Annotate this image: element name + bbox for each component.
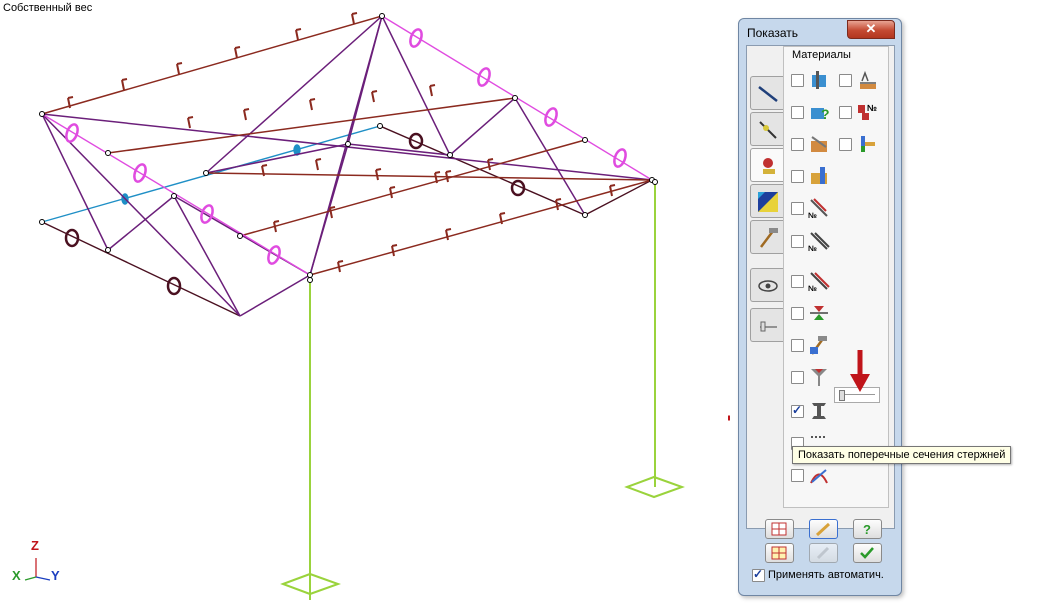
color-map-icon [758,192,778,212]
close-button[interactable]: ✕ [847,20,895,39]
eye-icon [758,280,778,292]
element-number-icon: № [808,198,828,219]
block-number-icon: № [808,272,830,292]
tab-scale[interactable] [750,308,784,342]
slider-thumb[interactable] [839,390,845,401]
ok-button[interactable] [853,543,882,563]
design-groups-icon [810,336,827,355]
svg-text:№: № [808,211,817,219]
show-structural-block-checkbox[interactable] [791,275,804,288]
materials-brick-icon [811,136,827,152]
show-element-type-checkbox[interactable] [791,74,804,87]
stiffness-query-icon: ? [811,106,830,122]
svg-text:№: № [867,103,877,113]
frame-dark [41,125,653,317]
show-design-params-checkbox[interactable] [791,170,804,183]
show-hinges-checkbox[interactable] [791,307,804,320]
axis-x-label: X [12,568,21,583]
question-icon: ? [863,522,871,536]
show-local-axes-checkbox[interactable] [791,371,804,384]
show-dialog: Показать ✕ Материалы ✓ ? № № № № ? ✓ При… [738,18,902,596]
axis-triad [24,558,51,581]
show-element-number-checkbox[interactable] [791,202,804,215]
materials-group-title: Материалы [790,49,853,61]
grid-red-icon [771,522,787,536]
loads-icon [763,158,775,174]
axis-y-label: Y [51,568,60,583]
cross-section-i-beam-icon [812,403,826,419]
design-params-icon [811,167,827,184]
grid-yellow-icon [771,546,787,560]
axis-z-label: Z [31,538,39,553]
nodes [39,13,658,283]
svg-text:№: № [808,284,817,292]
checkmark-icon [860,547,874,559]
show-cross-sections-checkbox[interactable] [791,403,804,418]
reset-button[interactable] [765,543,794,563]
materials-group: Материалы ? № № № [783,46,889,508]
frame-purple [41,15,653,317]
hinges-icon [810,306,828,320]
dialog-title: Показать [747,26,799,40]
tab-elements[interactable] [750,76,784,110]
annotation-arrow-down [850,350,870,392]
tab-design[interactable] [750,220,784,254]
show-materials-checkbox[interactable] [791,138,804,151]
material-props-icon [860,70,876,89]
apply-auto-checkbox[interactable] [752,567,765,582]
show-design-groups-checkbox[interactable] [791,339,804,352]
tab-nodes[interactable] [750,112,784,146]
model-viewport[interactable] [0,0,730,606]
svg-text:№: № [808,244,817,252]
stiffness-icon [812,71,826,89]
cross-section-tooltip: Показать поперечные сечения стержней [792,446,1012,464]
columns [280,180,685,600]
clear-button[interactable] [809,543,838,563]
group-number-icon: № [808,232,830,252]
tab-view[interactable] [750,268,784,302]
apply-auto-label: Применять автоматич. [768,569,884,581]
curved-elements-icon [810,469,828,484]
local-axes-icon [811,369,827,386]
show-curved-elements-checkbox[interactable] [791,469,804,482]
help-button[interactable]: ? [853,519,882,539]
section-number-icon: № [858,103,877,120]
tab-results[interactable] [750,184,784,218]
pencil-icon [815,522,831,536]
slider-tab-icon [760,321,777,332]
edit-button[interactable] [809,519,838,539]
eraser-icon [816,546,830,560]
diagonal-bar-icon [758,86,778,102]
section-orientation-icon [861,136,875,152]
show-numbered-sections-checkbox[interactable] [839,106,852,119]
show-stiffness-checkbox[interactable] [791,106,804,119]
show-group-number-checkbox[interactable] [791,235,804,248]
annotation-arrows [728,415,730,421]
tab-loads[interactable] [750,148,784,182]
svg-text:?: ? [821,106,830,122]
show-material-props-checkbox[interactable] [839,74,852,87]
show-section-orientation-checkbox[interactable] [839,138,852,151]
apply-button[interactable] [765,519,794,539]
hammer-icon [760,228,778,248]
svg-text:?: ? [863,522,871,536]
node-pin-icon [759,121,777,139]
